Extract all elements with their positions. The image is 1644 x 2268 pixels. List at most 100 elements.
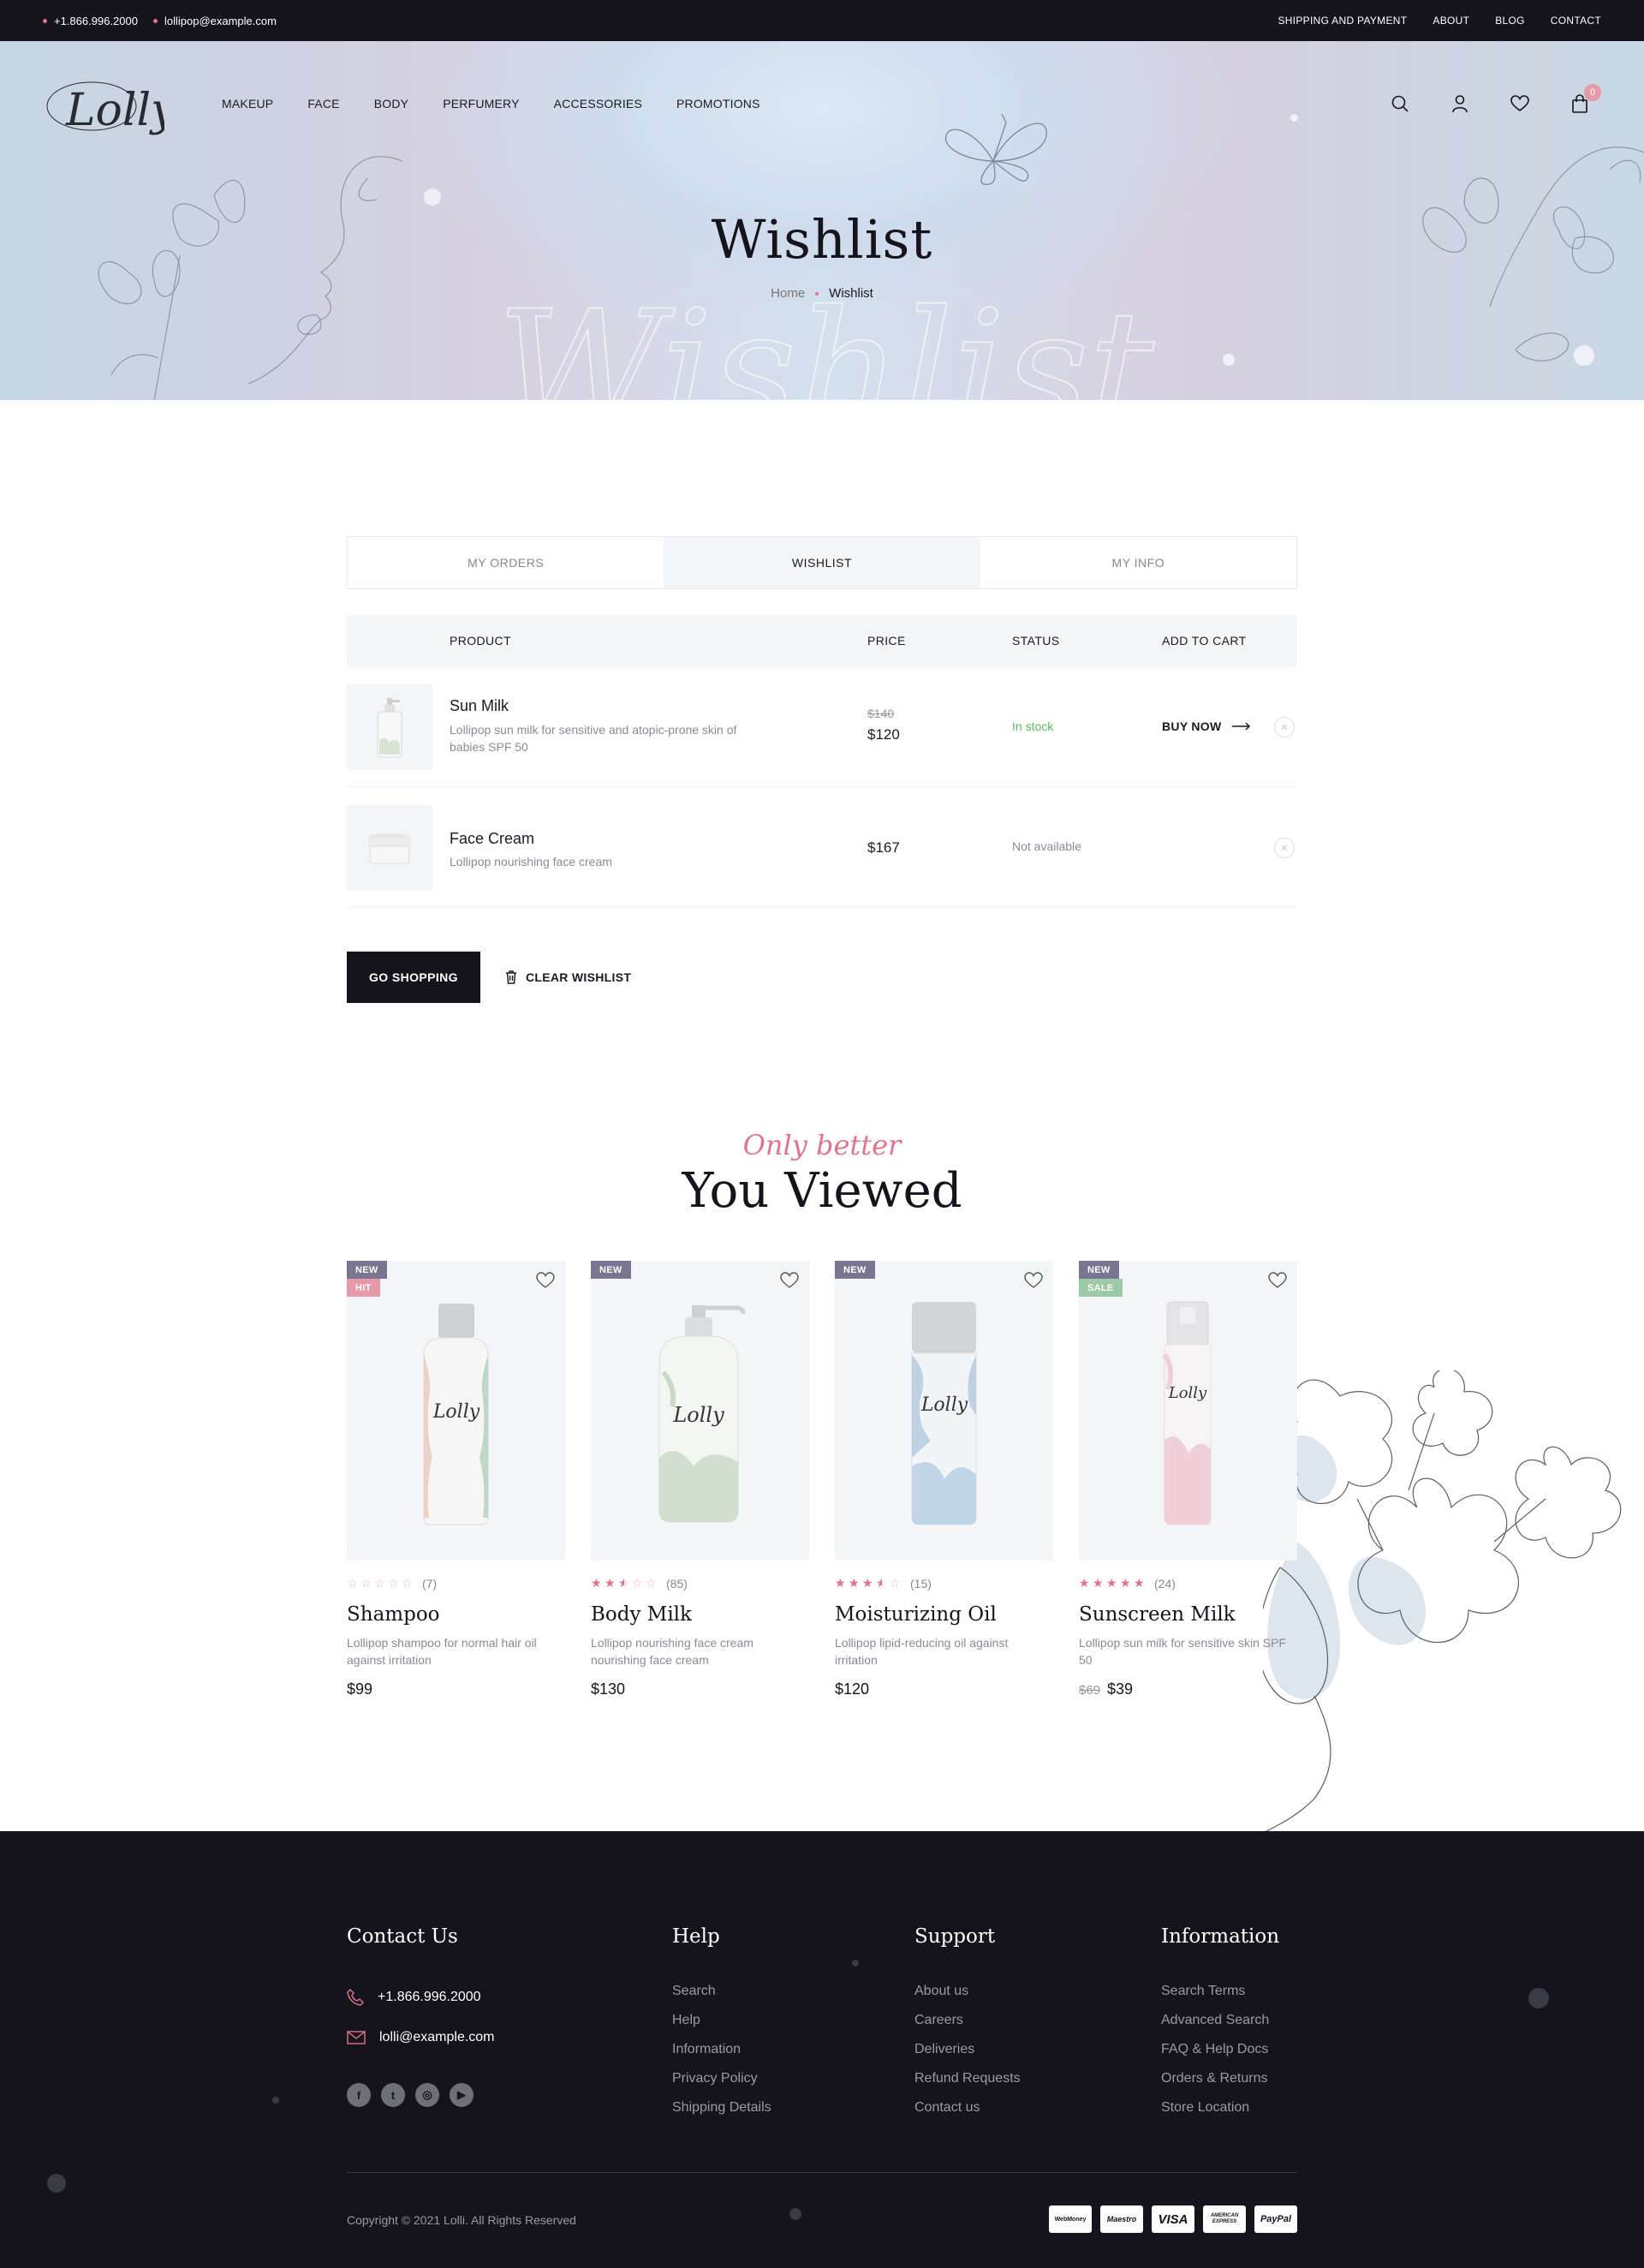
youtube-icon[interactable]: ▶ [450,2083,474,2107]
footer-link-privacy[interactable]: Privacy Policy [672,2064,771,2093]
copyright: Copyright © 2021 Lolli. All Rights Reser… [347,2213,576,2227]
product-card[interactable]: Lolly NEW HIT ☆ ☆ ☆ ☆ ☆ (7) Shampoo Lollipop … [347,1261,565,1706]
nav-promotions[interactable]: PROMOTIONS [676,97,760,110]
product-card[interactable]: Lolly NEW ☆ ★ ☆ ★ ☆ ★ ☆ ☆ (85) Body Milk Lollipo… [591,1261,809,1706]
table-row: Sun Milk Lollipop sun milk for sensitive… [347,667,1297,787]
butterfly-decoration [944,114,1047,185]
product-name[interactable]: Body Milk [591,1603,692,1626]
footer-link-careers[interactable]: Careers [914,2006,1021,2035]
wishlist-heart-icon[interactable] [1268,1271,1287,1290]
product-image[interactable]: Lolly [591,1261,809,1561]
col-add-to-cart: ADD TO CART [1162,634,1247,648]
footer-heading: Support [914,1925,996,1948]
brand-logo[interactable]: Lolly [45,65,164,146]
twitter-icon[interactable]: t [381,2083,405,2107]
header-icons: 0 [1389,84,1601,115]
topbar-link-about[interactable]: ABOUT [1433,15,1469,27]
badge-new: NEW [347,1261,387,1279]
stock-status: In stock [1012,719,1054,733]
footer-link-search[interactable]: Search [672,1977,771,2006]
footer-link-refund[interactable]: Refund Requests [914,2064,1021,2093]
topbar-link-blog[interactable]: BLOG [1495,15,1525,27]
tab-my-orders[interactable]: MY ORDERS [348,537,664,588]
star-icon: ☆ ★ [876,1576,887,1590]
remove-item-button[interactable]: ✕ [1274,838,1295,858]
remove-item-button[interactable]: ✕ [1274,717,1295,737]
topbar-email[interactable]: lollipop@example.com [153,15,277,27]
badge-new: NEW [591,1261,631,1279]
footer-link-help[interactable]: Help [672,2006,771,2035]
footer-link-orders-returns[interactable]: Orders & Returns [1161,2064,1279,2093]
wishlist-heart-icon[interactable] [536,1271,555,1290]
review-count: (15) [910,1576,932,1591]
topbar-link-contact[interactable]: CONTACT [1551,15,1601,27]
nav-perfumery[interactable]: PERFUMERY [443,97,519,110]
facebook-icon[interactable]: f [347,2083,371,2107]
topbar-phone[interactable]: +1.866.996.2000 [43,15,138,27]
nav-accessories[interactable]: ACCESSORIES [554,97,642,110]
tab-wishlist[interactable]: WISHLIST [664,537,980,588]
rating-stars: ☆ ★ ☆ ★ ☆ ★ ☆ ☆ (85) [591,1576,688,1591]
section-script-label: Only better [742,1129,902,1161]
product-thumbnail[interactable] [347,805,432,891]
product-description: Lollipop lipid-reducing oil against irri… [835,1636,1009,1667]
footer-link-search-terms[interactable]: Search Terms [1161,1977,1279,2006]
go-shopping-button[interactable]: GO SHOPPING [347,952,480,1003]
clear-wishlist-button[interactable]: CLEAR WISHLIST [505,952,631,1003]
instagram-icon[interactable]: ◎ [415,2083,439,2107]
footer-link-deliveries[interactable]: Deliveries [914,2035,1021,2064]
footer-phone-text: +1.866.996.2000 [378,1989,481,2004]
product-name[interactable]: Face Cream [450,830,534,848]
footer-phone[interactable]: +1.866.996.2000 [347,1977,495,2017]
footer-link-shipping[interactable]: Shipping Details [672,2093,771,2122]
footer-link-faq[interactable]: FAQ & Help Docs [1161,2035,1279,2064]
product-image[interactable]: Lolly [1079,1261,1297,1561]
footer-email[interactable]: lolli@example.com [347,2017,495,2057]
product-old-price: $140 [867,707,895,720]
footer-link-contact[interactable]: Contact us [914,2093,1021,2122]
review-count: (24) [1154,1576,1176,1591]
rating-stars: ☆ ☆ ☆ ☆ ☆ (7) [347,1576,437,1591]
nav-makeup[interactable]: MAKEUP [222,97,273,110]
footer-link-advanced-search[interactable]: Advanced Search [1161,2006,1279,2035]
arrow-right-icon [1231,722,1250,731]
product-name[interactable]: Moisturizing Oil [835,1603,997,1626]
nav-face[interactable]: FACE [307,97,339,110]
footer-link-about[interactable]: About us [914,1977,1021,2006]
breadcrumb-home[interactable]: Home [771,286,805,301]
product-description: Lollipop nourishing face cream [450,855,612,868]
wishlist-heart-icon[interactable] [780,1271,799,1290]
star-icon: ☆ [347,1576,358,1590]
svg-text:Lolly: Lolly [1168,1384,1207,1402]
cart-button[interactable]: 0 [1569,84,1601,115]
product-thumbnail[interactable] [347,684,432,770]
product-name[interactable]: Shampoo [347,1603,440,1626]
product-name[interactable]: Sun Milk [450,697,509,715]
product-card[interactable]: Lolly NEW ☆ ★ ☆ ★ ☆ ★ ☆ ★ ☆ (15) Moisturizing Oil… [835,1261,1053,1706]
tab-my-info[interactable]: MY INFO [980,537,1296,588]
star-icon: ☆ [646,1576,657,1590]
payment-methods: WebMoney Maestro VISA AMERICAN EXPRESS P… [1049,2205,1297,2233]
star-icon: ☆ ★ [835,1576,846,1590]
product-name[interactable]: Sunscreen Milk [1079,1603,1236,1626]
wishlist-heart-icon[interactable] [1024,1271,1043,1290]
footer-link-store-location[interactable]: Store Location [1161,2093,1279,2122]
product-image[interactable]: Lolly [835,1261,1053,1561]
footer-heading: Information [1161,1925,1280,1948]
product-price-block: $120 [835,1680,869,1698]
footer-information: Information Search Terms Advanced Search… [1161,1925,1279,2122]
col-price: PRICE [867,634,906,648]
topbar-link-shipping[interactable]: SHIPPING AND PAYMENT [1278,15,1407,27]
cart-count-badge: 0 [1584,84,1601,101]
product-card[interactable]: Lolly NEW SALE ☆ ★ ☆ ★ ☆ ★ ☆ ★ ☆ ★ (24) Sunscreen … [1079,1261,1297,1706]
heart-icon[interactable] [1509,93,1531,115]
footer-link-information[interactable]: Information [672,2035,771,2064]
nav-body[interactable]: BODY [374,97,408,110]
user-icon[interactable] [1449,93,1471,115]
rating-stars: ☆ ★ ☆ ★ ☆ ★ ☆ ★ ☆ (15) [835,1576,932,1591]
buy-now-button[interactable]: BUY NOW [1162,719,1251,733]
bubble-decoration [424,188,441,206]
search-icon[interactable] [1389,93,1411,115]
star-icon: ☆ ★ [1093,1576,1104,1590]
product-image[interactable]: Lolly [347,1261,565,1561]
